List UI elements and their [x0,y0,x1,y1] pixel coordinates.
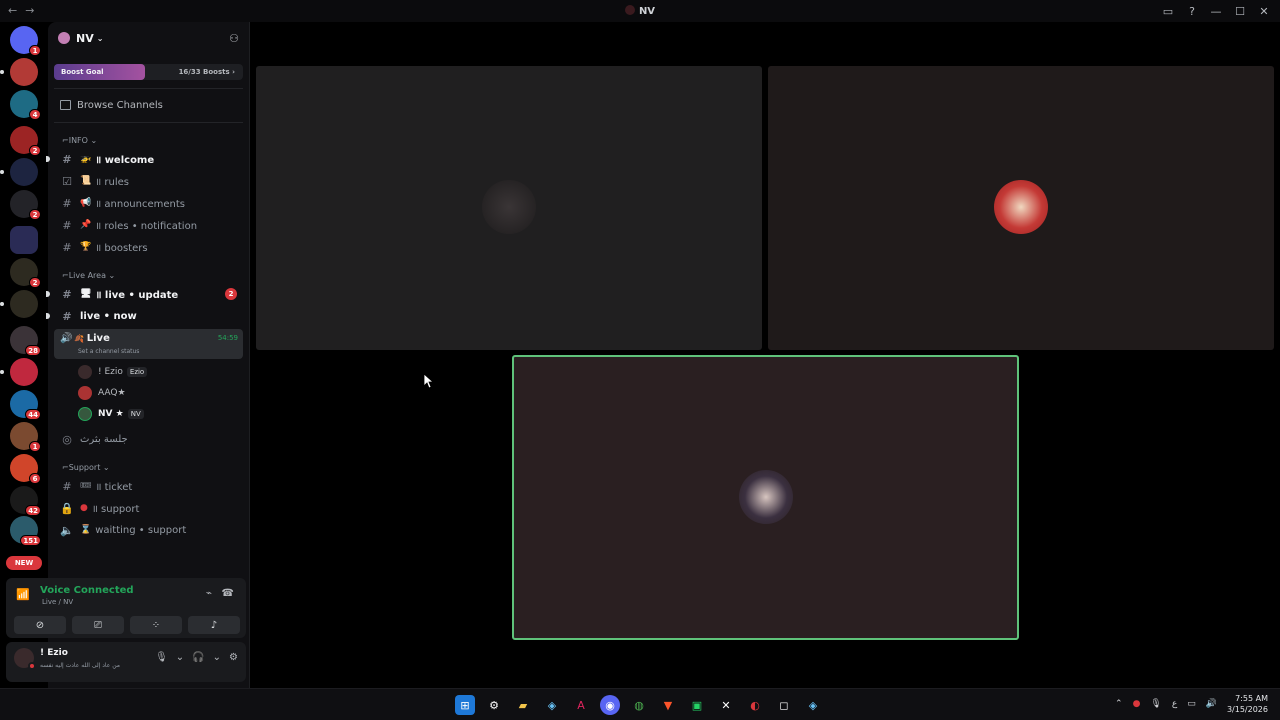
avatar [482,180,536,234]
voice-user[interactable]: AAQ★ [48,382,249,403]
network-icon[interactable]: ▭ [1187,699,1196,709]
chevron-down-icon[interactable]: ⌄ [176,652,184,663]
browse-channels[interactable]: Browse Channels [48,94,249,116]
browse-icon [60,100,71,110]
user-bar: ! Ezio من عاد إلى الله عادت إليه نفسه 🎙 … [6,642,246,682]
app-icon[interactable]: ▣ [687,695,707,715]
server-icon[interactable] [0,290,38,318]
microphone-icon[interactable]: 🎙 [1150,699,1161,709]
stage-channel[interactable]: ◎ جلسة بثرث [48,428,249,450]
chevron-up-icon[interactable]: ⌃ [1115,699,1123,709]
taskbar: ⊞ ⚙ ▰ ◈ A ◉ ◍ ▼ ▣ ✕ ◐ ◻ ◈ ⌃ ● 🎙 ع ▭ 🔊 7:… [0,688,1280,720]
headphones-icon[interactable]: 🎧 [192,652,204,663]
window-title: NV [0,5,1280,17]
microphone-icon[interactable]: 🎙 [155,652,168,663]
obs-icon[interactable]: ◐ [745,695,765,715]
boost-goal-bar[interactable]: Boost Goal 16/33 Boosts › [54,64,243,80]
maximize-button[interactable]: ☐ [1230,3,1250,19]
system-tray: ⌃ ● 🎙 ع ▭ 🔊 7:55 AM 3/15/2026 [1115,693,1268,715]
activities-button[interactable]: ⁘ [130,616,182,634]
participant-tile-speaking[interactable] [512,355,1019,640]
server-icon[interactable] [0,158,38,186]
category-info[interactable]: ⌐ INFO ⌄ [48,132,249,148]
server-icon[interactable]: 44 [10,390,41,420]
channel-announcements[interactable]: # 📢 ॥ announcements [48,192,249,214]
brave-icon[interactable]: ▼ [658,695,678,715]
server-icon[interactable]: 42 [10,486,41,516]
disconnect-icon[interactable]: ☎ [222,588,234,599]
close-button[interactable]: ✕ [1254,3,1274,19]
guild-dot-icon [624,5,635,15]
settings-icon[interactable]: ⚙ [484,695,504,715]
volume-icon[interactable]: 🔊 [1206,699,1217,709]
guild-icon [58,32,70,44]
clock[interactable]: 7:55 AM 3/15/2026 [1227,693,1268,715]
minimize-button[interactable]: — [1206,3,1226,19]
server-icon[interactable]: 6 [10,454,41,484]
channel-boosters[interactable]: # 🏆 ॥ boosters [48,236,249,258]
channel-welcome[interactable]: # 🚁 ॥ welcome [46,148,249,170]
direct-messages-icon[interactable]: 1 [10,26,41,56]
chrome-icon[interactable]: ◍ [629,695,649,715]
voice-connection: 📶 Voice Connected Live / NV ⌁ ☎ ⊘ ⎚ ⁘ ♪ [6,578,246,638]
channel-support[interactable]: 🔒 ● ॥ support [48,497,249,519]
language-icon[interactable]: ع [1172,699,1177,709]
participant-tile[interactable] [768,66,1274,350]
steam-icon[interactable]: ◈ [542,695,562,715]
server-icon[interactable]: 2 [10,258,41,288]
participant-tile[interactable] [256,66,762,350]
server-icon[interactable]: 2 [10,126,41,156]
voice-user[interactable]: ! Ezio Ezio [48,361,249,382]
category-live-area[interactable]: ⌐ Live Area ⌄ [48,267,249,283]
channel-ticket[interactable]: # 🎟 ॥ ticket [48,475,249,497]
folder-icon[interactable]: ▰ [513,695,533,715]
channel-live-update[interactable]: # 🖥 ॥ live • update 2 [46,283,249,305]
tray-app-icon[interactable]: ● [1133,699,1141,709]
capcut-icon[interactable]: ✕ [716,695,736,715]
voice-user[interactable]: NV ★ NV [48,403,249,424]
server-icon[interactable]: 4 [10,90,41,120]
voice-user-panel: 📶 Voice Connected Live / NV ⌁ ☎ ⊘ ⎚ ⁘ ♪ … [6,578,246,682]
soundboard-button[interactable]: ♪ [188,616,240,634]
camera-button[interactable]: ⊘ [14,616,66,634]
channel-roles[interactable]: # 📌 ॥ roles • notification [48,214,249,236]
noise-suppression-icon[interactable]: ⌁ [206,588,212,599]
category-support[interactable]: ⌐ Support ⌄ [48,459,249,475]
invite-icon[interactable]: ⚇ [229,32,239,45]
guild-header[interactable]: NV ⌄ ⚇ [48,22,249,54]
inbox-icon[interactable]: ▭ [1158,3,1178,19]
title-bar: ←→ NV ▭ ? — ☐ ✕ [0,0,1280,22]
help-icon[interactable]: ? [1182,3,1202,19]
avatar [739,470,793,524]
avatar [994,180,1048,234]
server-icon[interactable]: 151 [10,516,41,546]
server-icon[interactable]: 2 [10,190,41,220]
channel-waiting[interactable]: 🔈 ⌛ waitting • support [48,519,249,541]
cursor-icon [424,374,434,388]
signal-icon[interactable]: 📶 [16,588,30,601]
server-icon[interactable]: 1 [10,422,41,452]
app-icon[interactable]: ◻ [774,695,794,715]
steam-icon[interactable]: ◈ [803,695,823,715]
screen-share-button[interactable]: ⎚ [72,616,124,634]
status-dot [28,662,36,670]
start-icon[interactable]: ⊞ [455,695,475,715]
chevron-down-icon[interactable]: ⌄ [213,652,221,663]
server-icon[interactable]: 28 [10,326,41,356]
voice-stage [250,22,1280,688]
settings-icon[interactable]: ⚙ [229,652,238,663]
discord-icon[interactable]: ◉ [600,695,620,715]
speaker-icon: 🔊 [60,333,73,344]
new-badge[interactable]: NEW [6,556,42,570]
server-icon[interactable] [0,58,38,86]
server-folder-icon[interactable] [10,226,38,254]
channel-live-now[interactable]: # live • now [46,305,249,327]
server-icon[interactable] [0,358,38,386]
channel-rules[interactable]: ☑ 📜 ॥ rules [48,170,249,192]
app-icon[interactable]: A [571,695,591,715]
voice-channel-live[interactable]: 🔊 🍂 Live 54:59 Set a channel status [54,329,243,359]
